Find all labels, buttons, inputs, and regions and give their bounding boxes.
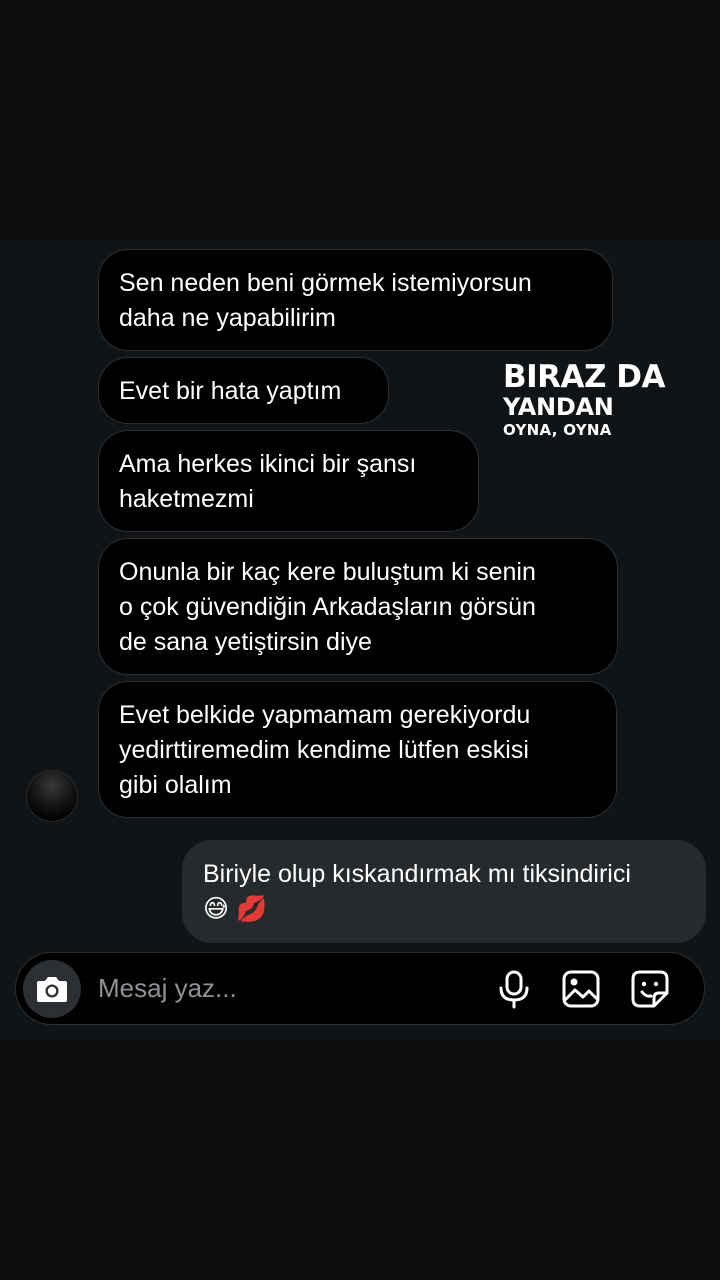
overlay-line-3: OYNA, OYNA: [503, 421, 612, 439]
received-message-4[interactable]: Onunla bir kaç kere buluştum ki senin o …: [98, 538, 618, 675]
microphone-icon[interactable]: [494, 969, 534, 1009]
gallery-icon[interactable]: [561, 969, 601, 1009]
sent-message[interactable]: Biriyle olup kıskandırmak mı tiksindiric…: [182, 840, 706, 943]
song-lyric-overlay: BIRAZ DA YANDAN OYNA, OYNA: [503, 359, 666, 440]
received-message-2[interactable]: Evet bir hata yaptım: [98, 357, 389, 424]
received-message-3[interactable]: Ama herkes ikinci bir şansı haketmezmi: [98, 430, 479, 532]
message-input[interactable]: Mesaj yaz...: [98, 972, 237, 1004]
camera-button[interactable]: [23, 960, 81, 1018]
bottom-letterbox: [0, 1040, 720, 1280]
camera-icon: [37, 977, 67, 1002]
top-letterbox: [0, 0, 720, 240]
message-composer[interactable]: Mesaj yaz...: [15, 952, 705, 1025]
received-message-5[interactable]: Evet belkide yapmamam gerekiyordu yedirt…: [98, 681, 617, 818]
sticker-icon[interactable]: [630, 969, 670, 1009]
received-message-1[interactable]: Sen neden beni görmek istemiyorsun daha …: [98, 249, 613, 351]
overlay-line-1: BIRAZ DA: [503, 359, 666, 395]
sender-avatar[interactable]: [26, 770, 78, 822]
overlay-line-2: YANDAN: [503, 393, 614, 421]
